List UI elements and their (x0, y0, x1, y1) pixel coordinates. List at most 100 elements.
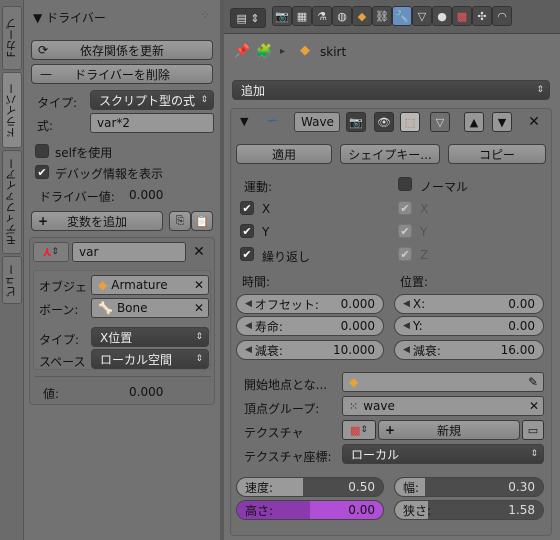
position-y-label: Y: (412, 319, 423, 333)
show-debug-checkbox[interactable]: ✔ (35, 165, 49, 179)
use-self-checkbox[interactable] (35, 144, 49, 158)
narrowness-field[interactable]: 狭さ: 1.58 (394, 500, 544, 520)
time-label: 時間: (242, 275, 271, 289)
texture-icon[interactable]: ▩ (452, 6, 472, 26)
move-down-icon[interactable]: ▼ (492, 112, 512, 132)
move-up-icon[interactable]: ▲ (464, 112, 484, 132)
minus-icon: — (40, 67, 52, 81)
breadcrumb-object-name: skirt (320, 45, 347, 59)
remove-variable-icon[interactable]: ✕ (191, 244, 207, 260)
expression-input[interactable]: var*2 (90, 113, 214, 133)
cyclic-checkbox[interactable]: ✔ (240, 247, 254, 261)
scene-icon[interactable]: ⚗ (312, 6, 332, 26)
object-icon: ◆ (349, 375, 359, 389)
new-texture-label: 新規 (436, 423, 461, 438)
texture-properties-icon[interactable]: ▭ (522, 420, 544, 440)
constraints-icon[interactable]: ⛓ (372, 6, 392, 26)
lifetime-field[interactable]: ◀ 寿命: 0.000 (236, 316, 384, 336)
normal-x-label: X (420, 202, 429, 216)
space-select[interactable]: ローカル空間 ⇕ (91, 349, 209, 369)
apply-button[interactable]: 適用 (236, 144, 332, 164)
space-value: ローカル空間 (100, 352, 173, 367)
variable-name-input[interactable]: var (72, 242, 186, 262)
copy-modifier-button[interactable]: コピー (448, 144, 546, 164)
time-offset-field[interactable]: ◀ オフセット: 0.000 (236, 294, 384, 314)
viewport-toggle-icon[interactable]: 👁 (374, 112, 394, 132)
clear-vertex-group-icon[interactable]: ✕ (529, 399, 539, 413)
refresh-icon: ⟳ (38, 43, 49, 57)
add-modifier-select[interactable]: 追加 ⇕ (232, 80, 550, 100)
particles-icon[interactable]: ✣ (472, 6, 492, 26)
remove-driver-button[interactable]: — ドライバーを削除 (31, 64, 213, 84)
clear-object-icon[interactable]: ✕ (194, 278, 204, 292)
paste-vars-button[interactable]: 📋 (191, 211, 213, 231)
pin-icon[interactable]: 📌 (234, 44, 250, 59)
position-x-field[interactable]: ◀ X: 0.00 (394, 294, 544, 314)
driver-type-select[interactable]: スクリプト型の式 ⇕ (90, 90, 214, 110)
clear-bone-icon[interactable]: ✕ (194, 301, 204, 315)
eyedropper-icon[interactable]: ✎ (528, 375, 538, 389)
new-texture-button[interactable]: + 新規 (378, 420, 520, 440)
drag-handle-icon[interactable]: ⁘ (200, 8, 210, 22)
render-layers-icon[interactable]: ▦ (292, 6, 312, 26)
update-dependencies-label: 依存関係を更新 (79, 43, 164, 58)
physics-icon[interactable]: ◠ (492, 6, 512, 26)
expression-label: 式: (37, 119, 54, 133)
apply-label: 適用 (271, 147, 296, 162)
damping-time-field[interactable]: ◀ 減衰: 10.000 (236, 340, 384, 360)
tab-modifiers[interactable]: モディファイアー (2, 150, 22, 254)
normal-checkbox[interactable] (398, 177, 412, 191)
motion-y-checkbox[interactable]: ✔ (240, 224, 254, 238)
texture-coords-select[interactable]: ローカル ⇕ (342, 444, 544, 464)
object-value: Armature (111, 278, 168, 292)
cage-toggle-icon[interactable]: ▽ (430, 112, 450, 132)
position-y-field[interactable]: ◀ Y: 0.00 (394, 316, 544, 336)
normal-y-checkbox[interactable]: ✔ (398, 224, 412, 238)
add-variable-button[interactable]: + 変数を追加 (31, 211, 163, 231)
object-field[interactable]: ◆ Armature ✕ (91, 275, 209, 295)
vertex-group-value: wave (363, 399, 395, 413)
editor-type-select[interactable]: ▤ ⇕ (230, 8, 266, 28)
panel-header[interactable]: ▼ ドライバー (33, 9, 106, 26)
bone-value: Bone (116, 301, 148, 315)
object-icon[interactable]: ◆ (352, 6, 372, 26)
variable-type-select[interactable]: ⅄ ⇕ (33, 242, 69, 262)
transform-type-select[interactable]: X位置 ⇕ (91, 327, 209, 347)
modifier-collapse-icon[interactable]: ▼ (240, 115, 248, 128)
tab-drivers[interactable]: ドライバー (2, 72, 22, 148)
apply-as-shapekey-button[interactable]: シェイプキー... (340, 144, 440, 164)
normal-z-checkbox[interactable]: ✔ (398, 247, 412, 261)
tab-fcurve[interactable]: Fカーブ (2, 6, 22, 70)
texture-browse-icon[interactable]: ▩ ⇕ (342, 420, 376, 440)
remove-modifier-icon[interactable]: ✕ (526, 114, 542, 130)
tab-view[interactable]: ビュー (2, 256, 22, 304)
height-field[interactable]: 高さ: 0.00 (236, 500, 384, 520)
render-icon[interactable]: 📷 (272, 6, 292, 26)
vertex-group-field[interactable]: ⁙ wave ✕ (342, 396, 544, 416)
height-value: 0.00 (348, 503, 375, 517)
lifetime-value: 0.000 (340, 319, 375, 333)
start-position-object-field[interactable]: ◆ ✎ (342, 372, 544, 392)
driver-panel: ▼ ドライバー ⁘ ⟳ 依存関係を更新 — ドライバーを削除 タイプ: スクリプ… (25, 0, 220, 540)
texture-coords-label: テクスチャ座標: (244, 450, 332, 464)
material-icon[interactable]: ● (432, 6, 452, 26)
motion-x-checkbox[interactable]: ✔ (240, 201, 254, 215)
breadcrumb-separator-icon: ▸ (280, 46, 286, 57)
modifiers-wrench-icon[interactable]: 🔧 (392, 6, 412, 26)
width-field[interactable]: 幅: 0.30 (394, 477, 544, 497)
falloff-radius-field[interactable]: ◀ 減衰: 16.00 (394, 340, 544, 360)
data-mesh-icon[interactable]: ▽ (412, 6, 432, 26)
copy-vars-button[interactable]: ⎘ (169, 211, 191, 231)
speed-field[interactable]: 速度: 0.50 (236, 477, 384, 497)
editmode-toggle-icon[interactable]: ⬚ (400, 112, 420, 132)
normal-x-checkbox[interactable]: ✔ (398, 201, 412, 215)
modifier-name-input[interactable]: Wave (294, 112, 340, 132)
update-dependencies-button[interactable]: ⟳ 依存関係を更新 (31, 40, 213, 60)
render-toggle-icon[interactable]: 📷 (346, 112, 366, 132)
world-icon[interactable]: ◍ (332, 6, 352, 26)
copy-modifier-label: コピー (478, 147, 515, 162)
bone-field[interactable]: 🦴 Bone ✕ (91, 298, 209, 318)
texture-label: テクスチャ (244, 426, 304, 440)
scene-link-icon: 🧩 (256, 44, 273, 59)
narrowness-label: 狭さ: (403, 503, 432, 518)
